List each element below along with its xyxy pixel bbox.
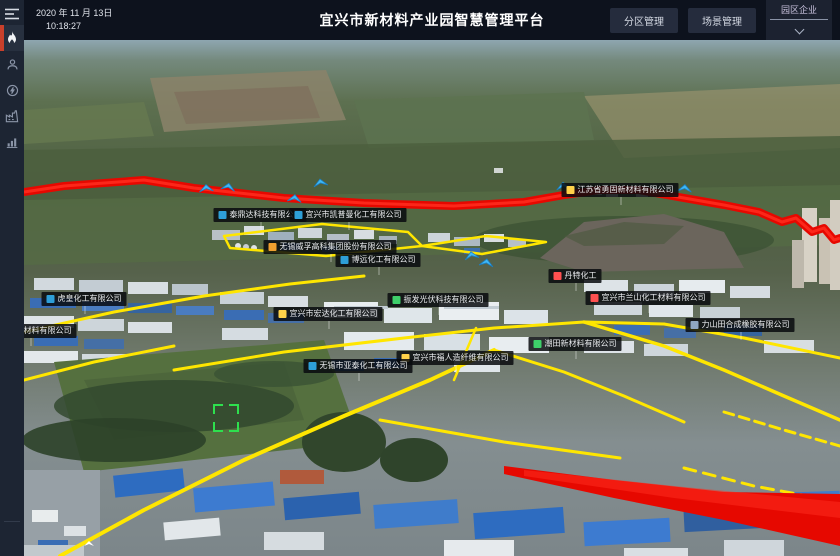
company-label-text: 宜兴市兰山化工材料有限公司 bbox=[602, 294, 706, 302]
bar-chart-icon bbox=[6, 136, 19, 149]
company-marker-icon bbox=[534, 340, 542, 348]
company-marker-icon bbox=[219, 211, 227, 219]
company-label[interactable]: 振发光伏科技有限公司 bbox=[388, 293, 489, 307]
company-label[interactable]: 力山田合成橡胶有限公司 bbox=[686, 318, 795, 332]
datetime: 2020 年 11 月 13日 10:18:27 bbox=[36, 7, 112, 34]
company-marker-icon bbox=[393, 296, 401, 304]
company-marker-icon bbox=[691, 321, 699, 329]
sidebar bbox=[0, 0, 24, 556]
sidebar-item-fire[interactable] bbox=[0, 25, 24, 51]
park-enterprise-dropdown[interactable]: 园区企业 bbox=[766, 0, 832, 40]
dropdown-label: 园区企业 bbox=[770, 3, 828, 20]
company-label[interactable]: 宜兴市福人造纤维有限公司 bbox=[397, 351, 514, 365]
company-marker-icon bbox=[567, 186, 575, 194]
date-text: 2020 年 11 月 13日 bbox=[36, 7, 112, 21]
company-marker-icon bbox=[309, 362, 317, 370]
company-label-text: 无锡市亚泰化工有限公司 bbox=[320, 362, 408, 370]
company-marker-icon bbox=[554, 272, 562, 280]
sidebar-item-energy[interactable] bbox=[0, 77, 24, 103]
factory-icon bbox=[5, 110, 19, 123]
header-actions: 分区管理 场景管理 园区企业 bbox=[610, 0, 832, 40]
company-label-text: 振发光伏科技有限公司 bbox=[404, 296, 484, 304]
company-label[interactable]: 博远化工有限公司 bbox=[336, 253, 421, 267]
company-label-text: 博远化工有限公司 bbox=[352, 256, 416, 264]
company-label[interactable]: 无锡威孚高科集团股份有限公司 bbox=[264, 240, 397, 254]
company-marker-icon bbox=[279, 310, 287, 318]
power-icon bbox=[6, 84, 19, 97]
menu-icon[interactable] bbox=[0, 3, 24, 25]
smart-park-platform: 2020 年 11 月 13日 10:18:27 宜兴市新材料产业园智慧管理平台… bbox=[0, 0, 840, 556]
company-label[interactable]: 远东新材料有限公司 bbox=[24, 324, 77, 338]
company-label[interactable]: 江苏省勇固新材料有限公司 bbox=[562, 183, 679, 197]
sidebar-divider bbox=[4, 521, 20, 522]
scene-management-button[interactable]: 场景管理 bbox=[688, 8, 756, 33]
company-label-text: 力山田合成橡胶有限公司 bbox=[702, 321, 790, 329]
company-label-text: 无锡威孚高科集团股份有限公司 bbox=[280, 243, 392, 251]
company-label[interactable]: 宜兴市兰山化工材料有限公司 bbox=[586, 291, 711, 305]
company-label-text: 虎皇化工有限公司 bbox=[58, 295, 122, 303]
company-marker-icon bbox=[47, 295, 55, 303]
company-label-text: 潮田新材料有限公司 bbox=[545, 340, 617, 348]
company-marker-icon bbox=[295, 211, 303, 219]
company-marker-icon bbox=[591, 294, 599, 302]
company-marker-icon bbox=[341, 256, 349, 264]
company-label-text: 远东新材料有限公司 bbox=[24, 327, 72, 335]
company-label[interactable]: 虎皇化工有限公司 bbox=[42, 292, 127, 306]
sidebar-item-personnel[interactable] bbox=[0, 51, 24, 77]
page-title: 宜兴市新材料产业园智慧管理平台 bbox=[320, 10, 545, 30]
company-label[interactable]: 宜兴市宏达化工有限公司 bbox=[274, 307, 383, 321]
person-icon bbox=[6, 58, 19, 71]
time-text: 10:18:27 bbox=[46, 20, 112, 34]
company-label-text: 宜兴市凯普曼化工有限公司 bbox=[306, 211, 402, 219]
company-label[interactable]: 潮田新材料有限公司 bbox=[529, 337, 622, 351]
company-label-text: 丹特化工 bbox=[565, 272, 597, 280]
sidebar-item-factory[interactable] bbox=[0, 103, 24, 129]
company-label[interactable]: 丹特化工 bbox=[549, 269, 602, 283]
chevron-down-icon bbox=[794, 25, 804, 35]
sidebar-item-statistics[interactable] bbox=[0, 129, 24, 155]
company-label[interactable]: 宜兴市凯普曼化工有限公司 bbox=[290, 208, 407, 222]
zone-management-button[interactable]: 分区管理 bbox=[610, 8, 678, 33]
top-header: 2020 年 11 月 13日 10:18:27 宜兴市新材料产业园智慧管理平台… bbox=[24, 0, 840, 40]
company-label-text: 宜兴市福人造纤维有限公司 bbox=[413, 354, 509, 362]
company-marker-icon bbox=[269, 243, 277, 251]
company-label[interactable]: 无锡市亚泰化工有限公司 bbox=[304, 359, 413, 373]
company-label-text: 宜兴市宏达化工有限公司 bbox=[290, 310, 378, 318]
company-label-text: 江苏省勇固新材料有限公司 bbox=[578, 186, 674, 194]
fire-icon bbox=[6, 31, 18, 45]
map-3d-viewport[interactable]: 泰鼎达科技有限公司 宜兴市凯普曼化工有限公司 无锡威孚高科集团股份有限公司 博远… bbox=[24, 40, 840, 556]
